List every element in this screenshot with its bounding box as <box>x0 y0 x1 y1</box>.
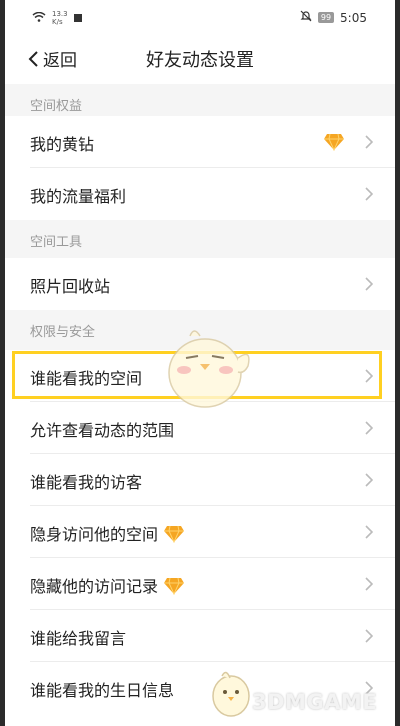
row-photo-recycle[interactable]: 照片回收站 <box>5 258 395 310</box>
chevron-right-icon <box>365 473 373 487</box>
network-speed: 13.3 K/s <box>52 10 68 26</box>
chevron-right-icon <box>365 421 373 435</box>
chevron-right-icon <box>365 277 373 291</box>
chevron-right-icon <box>365 135 373 149</box>
page-title: 好友动态设置 <box>146 50 254 71</box>
yellow-diamond-icon <box>324 133 344 151</box>
nav-bar: 返回 好友动态设置 <box>5 34 395 84</box>
watermark-text: 3DMGAME <box>252 690 378 714</box>
row-label: 谁能给我留言 <box>30 629 127 648</box>
battery-indicator: 99 <box>317 12 335 23</box>
chevron-right-icon <box>365 577 373 591</box>
row-label: 谁能看我的访客 <box>30 473 143 492</box>
status-bar: 13.3 K/s 99 5:05 <box>5 0 395 34</box>
row-invisible-visit[interactable]: 隐身访问他的空间 <box>5 506 395 558</box>
clock: 5:05 <box>340 10 367 25</box>
row-traffic-benefits[interactable]: 我的流量福利 <box>5 168 395 220</box>
chevron-right-icon <box>365 369 373 383</box>
row-label: 允许查看动态的范围 <box>30 421 175 440</box>
yellow-diamond-icon <box>164 577 185 595</box>
row-label-with-icon: 隐身访问他的空间 <box>30 521 185 545</box>
yellow-diamond-icon <box>164 525 185 543</box>
notification-icon <box>73 14 82 22</box>
mute-icon <box>300 10 312 25</box>
chevron-right-icon <box>365 187 373 201</box>
row-label-with-icon: 隐藏他的访问记录 <box>30 573 185 597</box>
section-header-space-tools: 空间工具 <box>5 220 395 258</box>
row-label: 谁能看我的空间 <box>30 369 143 388</box>
watermark-chick-icon <box>212 671 250 717</box>
chevron-right-icon <box>365 629 373 643</box>
row-who-can-view-visitors[interactable]: 谁能看我的访客 <box>5 454 395 506</box>
row-label: 照片回收站 <box>30 277 111 296</box>
row-label: 我的黄钻 <box>30 135 95 154</box>
mascot-chick-icon <box>168 330 250 408</box>
row-label: 谁能看我的生日信息 <box>30 681 175 700</box>
row-hide-visit-record[interactable]: 隐藏他的访问记录 <box>5 558 395 610</box>
row-label: 我的流量福利 <box>30 187 127 206</box>
row-who-can-leave-message[interactable]: 谁能给我留言 <box>5 610 395 662</box>
row-yellow-diamond[interactable]: 我的黄钻 <box>5 116 395 168</box>
signal-icon <box>32 11 46 26</box>
chevron-right-icon <box>365 525 373 539</box>
